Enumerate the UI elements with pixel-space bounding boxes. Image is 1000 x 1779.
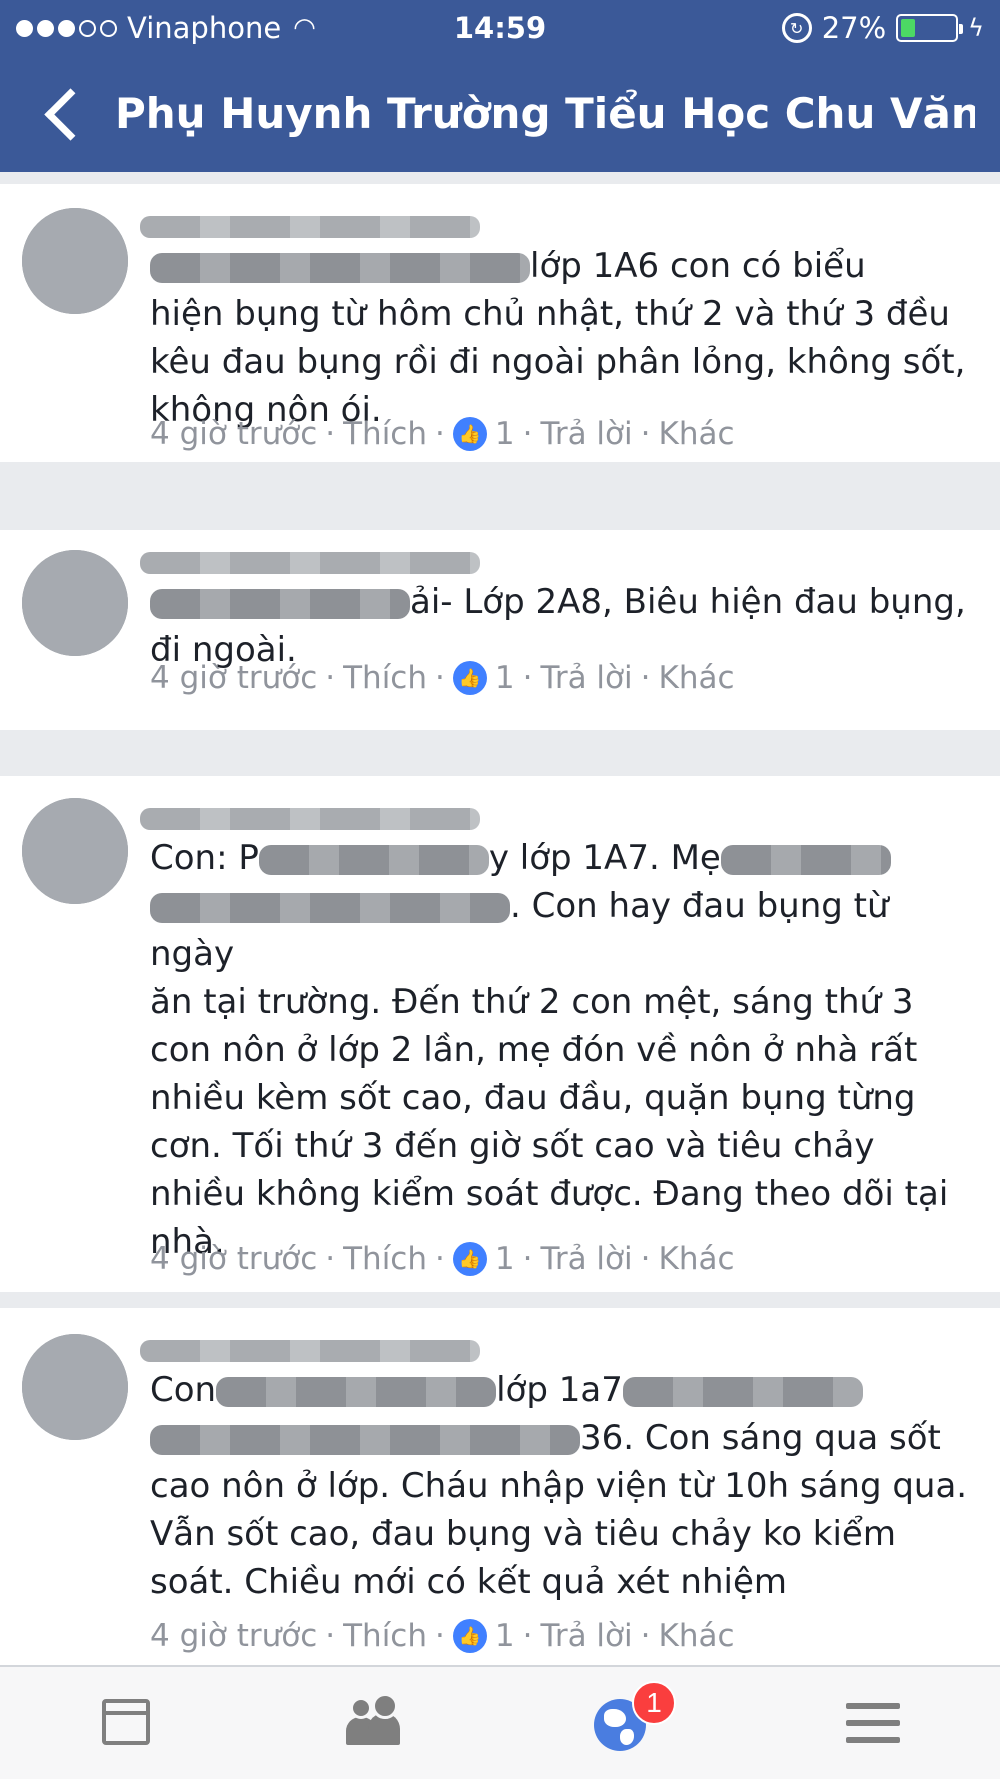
commenter-name-redacted[interactable] [140, 1330, 490, 1370]
rotation-lock-icon: ↻ [781, 13, 812, 43]
like-link[interactable]: Thích [343, 416, 427, 452]
comment-body: lớp 1A6 con có biểu hiện bụng từ hôm chủ… [150, 246, 966, 430]
comment-time: 4 giờ trước [150, 1241, 318, 1277]
comment-item: Con lớp 1a7 36. Con sáng qua sốt cao nôn … [0, 1308, 1000, 1665]
nav-bar: Phụ Huynh Trường Tiểu Học Chu Văn... [0, 70, 1000, 160]
reply-link[interactable]: Trả lời [540, 1241, 632, 1277]
comment-body: Con lớp 1a7 36. Con sáng qua sốt cao nôn … [150, 1370, 968, 1602]
comment-actions: 4 giờ trước · Thích · 👍 1 · Trả lời · Khác [150, 660, 735, 696]
thumbs-up-icon: 👍 [452, 417, 487, 451]
notification-badge: 1 [632, 1681, 676, 1725]
avatar[interactable] [22, 208, 128, 314]
top-bar: Vinaphone ◠ 14:59 ↻ 27% ϟ Phụ Huynh Trườ… [0, 0, 1000, 172]
more-link[interactable]: Khác [658, 1618, 734, 1654]
like-link[interactable]: Thích [343, 1618, 427, 1654]
reply-link[interactable]: Trả lời [540, 660, 632, 696]
comment-item: Con: Py lớp 1A7. Mẹ . Con hay đau bụng t… [0, 776, 1000, 1292]
like-link[interactable]: Thích [343, 1241, 427, 1277]
like-count[interactable]: 1 [495, 1241, 515, 1277]
comment-actions: 4 giờ trước · Thích · 👍 1 · Trả lời · Khác [150, 416, 735, 452]
reply-link[interactable]: Trả lời [540, 1618, 632, 1654]
status-right: ↻ 27% ϟ [781, 11, 984, 45]
comment-time: 4 giờ trước [150, 1618, 318, 1654]
commenter-name-redacted[interactable] [140, 542, 490, 582]
bottom-tab-bar: 1 [0, 1665, 1000, 1779]
back-button[interactable] [40, 84, 84, 144]
commenter-name-redacted[interactable] [140, 206, 490, 246]
more-link[interactable]: Khác [658, 1241, 734, 1277]
comment-time: 4 giờ trước [150, 416, 318, 452]
like-count[interactable]: 1 [495, 416, 515, 452]
comment-actions: 4 giờ trước · Thích · 👍 1 · Trả lời · Khác [150, 1618, 735, 1654]
avatar[interactable] [22, 798, 128, 904]
like-count[interactable]: 1 [495, 1618, 515, 1654]
more-link[interactable]: Khác [658, 416, 734, 452]
friends-icon[interactable] [342, 1693, 402, 1751]
status-bar: Vinaphone ◠ 14:59 ↻ 27% ϟ [0, 0, 1000, 58]
comment-list[interactable]: lớp 1A6 con có biểu hiện bụng từ hôm chủ… [0, 172, 1000, 1665]
comment-body: Con: Py lớp 1A7. Mẹ . Con hay đau bụng t… [150, 838, 949, 1262]
battery-icon [896, 14, 964, 42]
thumbs-up-icon: 👍 [452, 661, 487, 695]
thumbs-up-icon: 👍 [452, 1619, 487, 1653]
commenter-name-redacted[interactable] [140, 798, 490, 838]
comment-time: 4 giờ trước [150, 660, 318, 696]
thumbs-up-icon: 👍 [452, 1242, 487, 1276]
avatar[interactable] [22, 550, 128, 656]
like-link[interactable]: Thích [343, 660, 427, 696]
charging-icon: ϟ [968, 14, 984, 42]
battery-percent: 27% [821, 11, 887, 45]
globe-notifications-icon[interactable]: 1 [592, 1681, 676, 1751]
comment-item: lớp 1A6 con có biểu hiện bụng từ hôm chủ… [0, 184, 1000, 462]
news-feed-icon[interactable] [98, 1695, 158, 1751]
like-count[interactable]: 1 [495, 660, 515, 696]
avatar[interactable] [22, 1334, 128, 1440]
page-title: Phụ Huynh Trường Tiểu Học Chu Văn... [115, 89, 975, 138]
comment-actions: 4 giờ trước · Thích · 👍 1 · Trả lời · Khác [150, 1241, 735, 1277]
comment-item: ải- Lớp 2A8, Biêu hiện đau bụng, đi ngoà… [0, 530, 1000, 730]
reply-link[interactable]: Trả lời [540, 416, 632, 452]
more-link[interactable]: Khác [658, 660, 734, 696]
menu-icon[interactable] [844, 1695, 904, 1751]
